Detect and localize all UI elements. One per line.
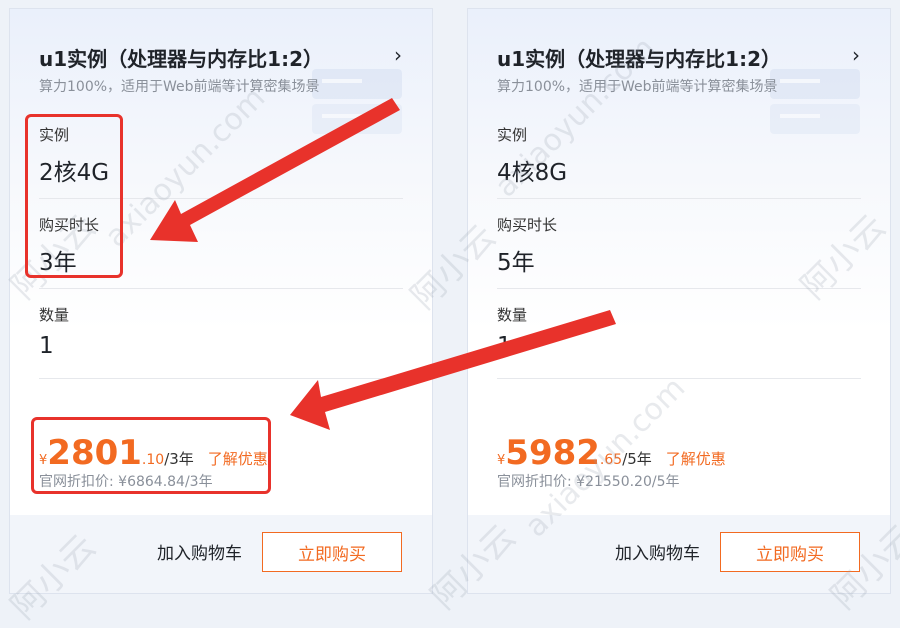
product-card-right: u1实例（处理器与内存比1:2） › 算力100%，适用于Web前端等计算密集场… <box>467 8 891 594</box>
instance-label: 实例 <box>39 126 70 144</box>
instance-label: 实例 <box>497 126 528 144</box>
card-footer: 加入购物车 立即购买 <box>10 515 432 593</box>
divider <box>39 198 403 199</box>
quantity-value[interactable]: 1 <box>497 333 512 359</box>
divider <box>39 378 403 379</box>
divider <box>39 288 403 289</box>
price-row: ¥2801.10/3年 了解优惠 <box>39 433 268 473</box>
chevron-right-icon[interactable]: › <box>852 43 860 67</box>
price-row: ¥5982.65/5年 了解优惠 <box>497 433 726 473</box>
product-card-left: u1实例（处理器与内存比1:2） › 算力100%，适用于Web前端等计算密集场… <box>9 8 433 594</box>
card-title: u1实例（处理器与内存比1:2） <box>497 47 781 71</box>
duration-label: 购买时长 <box>39 216 100 234</box>
quantity-label: 数量 <box>497 306 528 324</box>
divider <box>497 288 861 289</box>
buy-now-button[interactable]: 立即购买 <box>262 532 402 572</box>
promo-link[interactable]: 了解优惠 <box>666 450 726 468</box>
duration-value[interactable]: 5年 <box>497 243 535 277</box>
card-title: u1实例（处理器与内存比1:2） <box>39 47 323 71</box>
card-subtitle: 算力100%，适用于Web前端等计算密集场景 <box>39 79 320 95</box>
buy-now-button[interactable]: 立即购买 <box>720 532 860 572</box>
price-decimal: .65 <box>599 452 623 468</box>
add-to-cart-button[interactable]: 加入购物车 <box>615 539 700 564</box>
price-unit: /5年 <box>622 450 652 468</box>
card-subtitle: 算力100%，适用于Web前端等计算密集场景 <box>497 79 778 95</box>
quantity-label: 数量 <box>39 306 70 324</box>
quantity-value[interactable]: 1 <box>39 333 54 359</box>
price-integer: 2801 <box>47 433 142 473</box>
divider <box>497 198 861 199</box>
price-decimal: .10 <box>141 452 165 468</box>
card-footer: 加入购物车 立即购买 <box>468 515 890 593</box>
instance-value[interactable]: 2核4G <box>39 153 109 187</box>
duration-value[interactable]: 3年 <box>39 243 77 277</box>
promo-link[interactable]: 了解优惠 <box>208 450 268 468</box>
official-price: 官网折扣价: ¥21550.20/5年 <box>497 474 680 490</box>
duration-label: 购买时长 <box>497 216 558 234</box>
official-price: 官网折扣价: ¥6864.84/3年 <box>39 474 213 490</box>
price-integer: 5982 <box>505 433 600 473</box>
chevron-right-icon[interactable]: › <box>394 43 402 67</box>
price-unit: /3年 <box>164 450 194 468</box>
instance-value[interactable]: 4核8G <box>497 153 567 187</box>
divider <box>497 378 861 379</box>
add-to-cart-button[interactable]: 加入购物车 <box>157 539 242 564</box>
